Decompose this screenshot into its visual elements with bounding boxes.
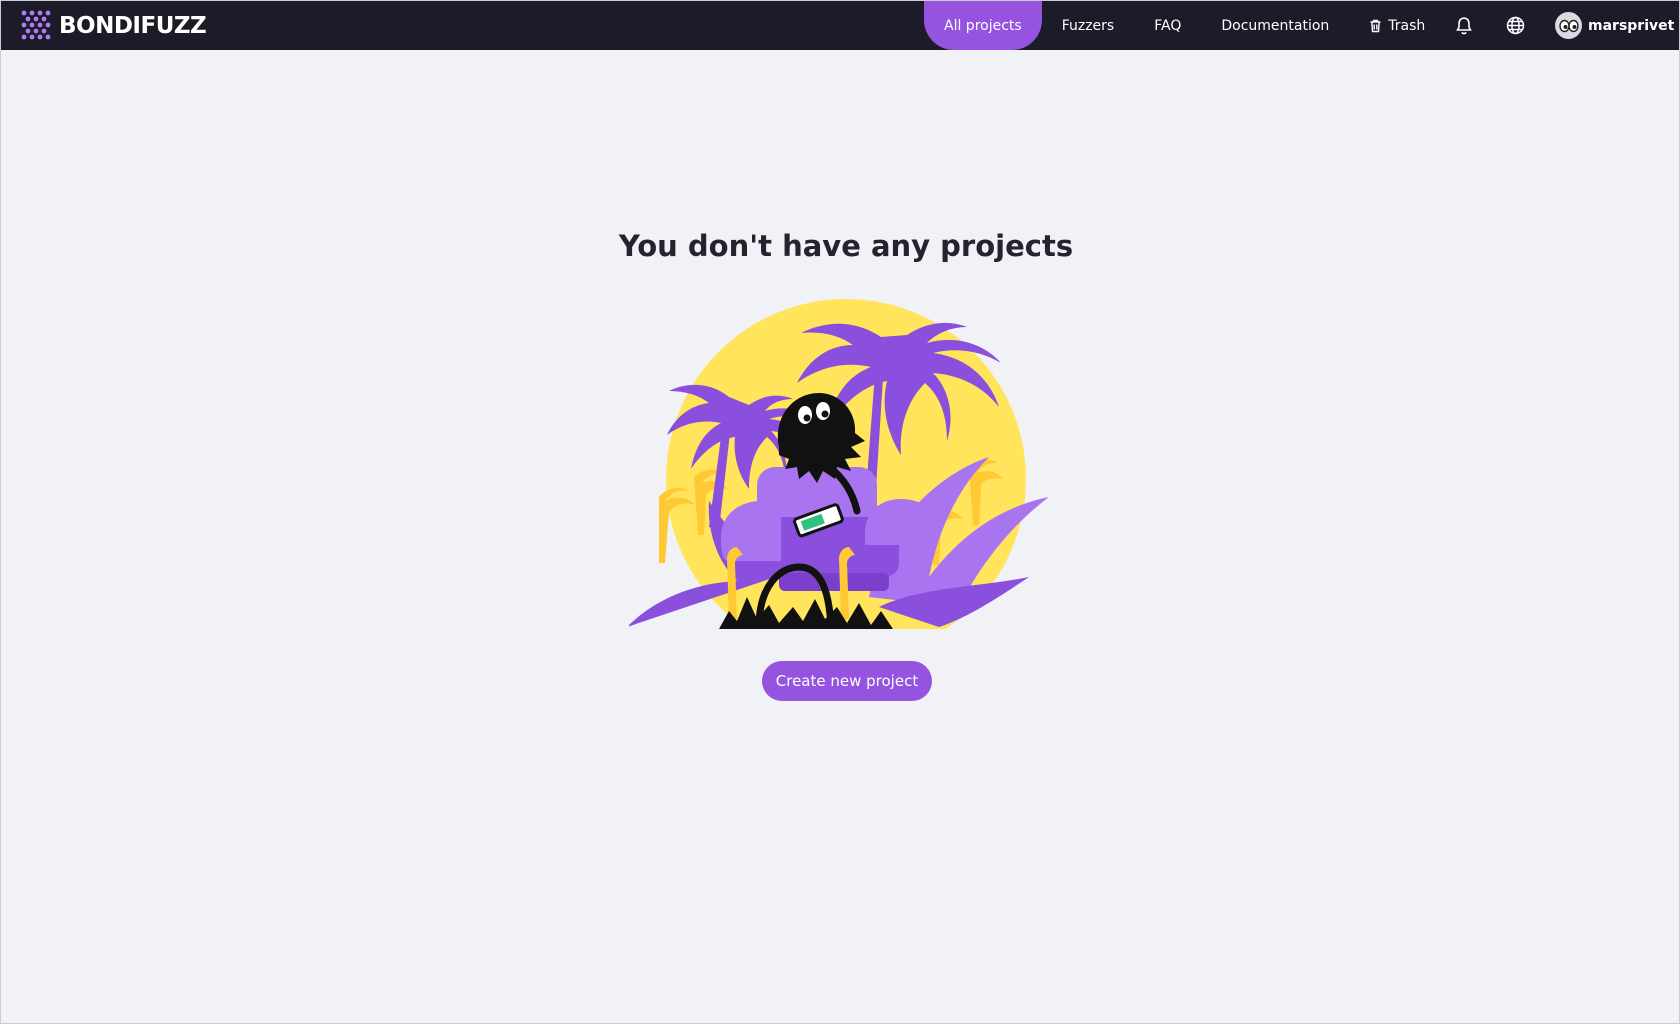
globe-icon [1506, 16, 1524, 34]
logo-dots-icon [21, 10, 51, 40]
notifications-button[interactable] [1452, 13, 1476, 37]
user-menu[interactable]: marsprivet [1555, 12, 1674, 39]
eyes-icon [1558, 19, 1579, 32]
username: marsprivet [1588, 17, 1675, 34]
nav-all-projects-label: All projects [944, 17, 1022, 34]
create-new-project-button[interactable]: Create new project [762, 661, 932, 701]
nav-fuzzers-label: Fuzzers [1061, 17, 1115, 34]
nav-faq[interactable]: FAQ [1134, 1, 1201, 50]
language-button[interactable] [1503, 13, 1527, 37]
nav-trash[interactable]: Trash [1349, 1, 1445, 50]
nav-trash-label: Trash [1388, 17, 1426, 34]
nav-all-projects[interactable]: All projects [924, 1, 1042, 50]
bell-icon [1456, 16, 1472, 34]
nav-documentation[interactable]: Documentation [1201, 1, 1349, 50]
trash-icon [1369, 19, 1382, 33]
empty-state-title: You don't have any projects [618, 229, 1074, 263]
nav-fuzzers[interactable]: Fuzzers [1042, 1, 1135, 50]
avatar [1555, 12, 1582, 39]
main-nav: All projects Fuzzers FAQ Documentation T… [924, 1, 1445, 50]
nav-documentation-label: Documentation [1221, 17, 1330, 34]
brand-name: BONDIFUZZ [59, 12, 207, 39]
nav-faq-label: FAQ [1154, 17, 1182, 34]
top-navigation-bar: BONDIFUZZ All projects Fuzzers FAQ Docum… [1, 1, 1679, 50]
brand-logo[interactable]: BONDIFUZZ [20, 9, 207, 42]
monster-on-armchair-illustration [629, 299, 1049, 629]
